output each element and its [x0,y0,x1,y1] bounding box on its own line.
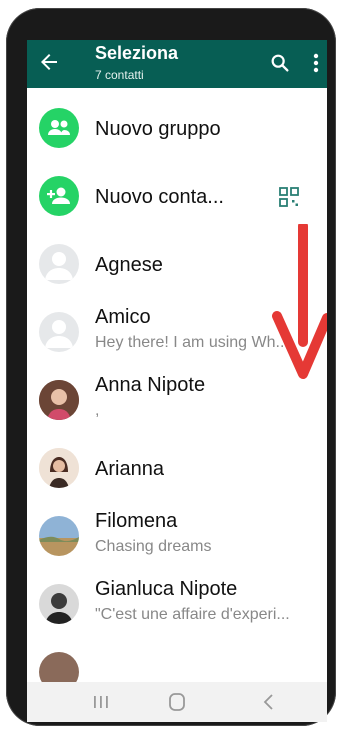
home-icon[interactable] [167,693,187,711]
contact-name: Agnese [95,254,163,276]
avatar [39,312,79,352]
contact-status: "C'est une affaire d'experi... [95,606,290,623]
new-contact-label: Nuovo conta... [95,186,224,208]
avatar [39,448,79,488]
app-bar: Seleziona 7 contatti [27,40,327,88]
list-item-new-contact[interactable]: Nuovo conta... [27,162,327,230]
arrow-back-icon[interactable] [37,50,61,74]
list-item-new-group[interactable]: Nuovo gruppo [27,94,327,162]
list-item-contact[interactable]: Gianluca Nipote "C'est une affaire d'exp… [27,570,327,638]
phone-frame: Seleziona 7 contatti Nuovo gruppo Nuovo … [6,8,336,726]
avatar [39,516,79,556]
contact-name: Anna Nipote [95,374,206,396]
contact-count: 7 contatti [95,68,144,82]
search-icon[interactable] [269,52,291,74]
group-add-icon [39,108,79,148]
avatar [39,584,79,624]
contact-name: Arianna [95,458,164,480]
contact-name: Amico [95,306,151,328]
contact-name: Gianluca Nipote [95,578,238,600]
avatar [39,380,79,420]
annotation-arrow [272,224,327,379]
contact-status: Chasing dreams [95,538,212,555]
person-add-icon [39,176,79,216]
list-item-contact[interactable]: Arianna [27,434,327,502]
avatar [39,244,79,284]
more-vert-icon[interactable] [313,53,319,73]
back-icon[interactable] [259,693,279,711]
contact-status: , [95,402,100,419]
screen: Seleziona 7 contatti Nuovo gruppo Nuovo … [27,40,327,722]
contact-name: Filomena [95,510,178,532]
recents-icon[interactable] [91,693,111,711]
page-title: Seleziona [95,43,179,63]
qr-code-icon[interactable] [278,186,300,208]
system-nav-bar [27,682,327,722]
list-item-contact[interactable]: Filomena Chasing dreams [27,502,327,570]
new-group-label: Nuovo gruppo [95,118,221,140]
